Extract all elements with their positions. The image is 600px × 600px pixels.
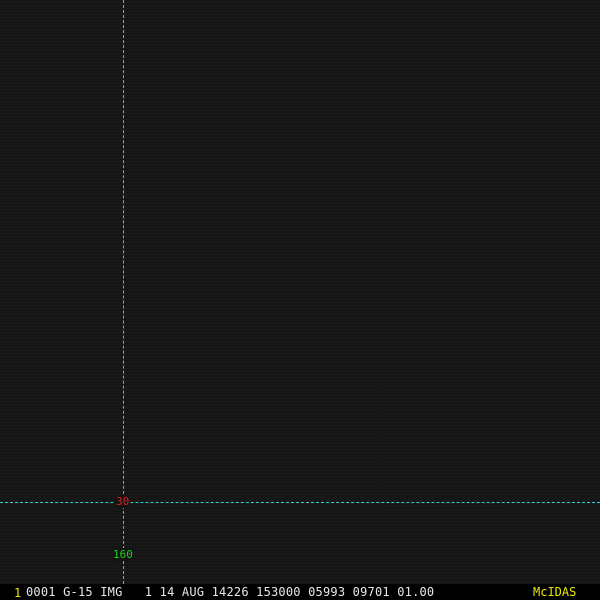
mcidas-image-frame[interactable]: 30 160 1 0001 G-15 IMG 1 14 AUG 14226 15… (0, 0, 600, 600)
image-status-bar: 1 0001 G-15 IMG 1 14 AUG 14226 153000 05… (0, 584, 600, 600)
latitude-grid-line (0, 502, 600, 503)
frame-number: 1 (14, 586, 22, 600)
latitude-label: 30 (115, 495, 131, 508)
satellite-image-area[interactable]: 30 160 (0, 0, 600, 584)
longitude-label: 160 (112, 548, 134, 561)
mcidas-brand-label: McIDAS (533, 585, 577, 599)
image-header-text: 0001 G-15 IMG 1 14 AUG 14226 153000 0599… (26, 585, 435, 599)
